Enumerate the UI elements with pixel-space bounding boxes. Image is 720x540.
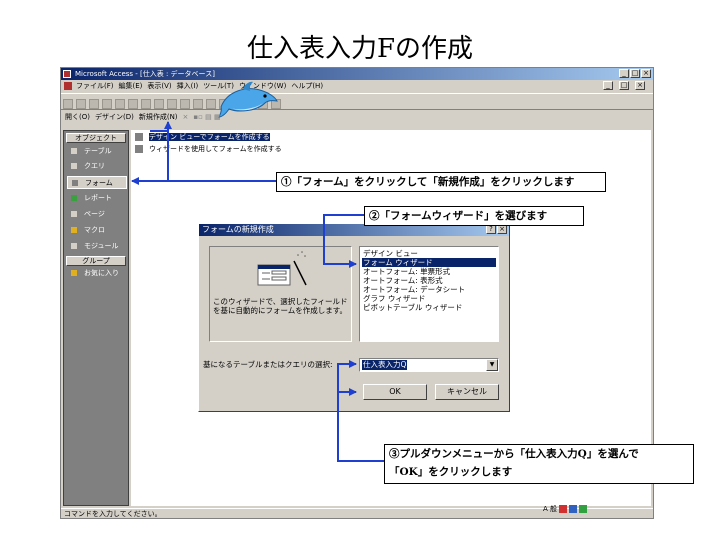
callout-step-3: ③プルダウンメニューから「仕入表入力Q」を選んで 「OK」をクリックします (384, 444, 694, 484)
arrow-to-ok (337, 388, 384, 462)
arrow-to-table-select (337, 360, 357, 392)
callout-step-2: ②「フォームウィザード」を選びます (364, 206, 584, 226)
arrow-to-new-button (150, 130, 169, 181)
callout-step-1: ①「フォーム」をクリックして「新規作成」をクリックします (276, 172, 606, 192)
arrow-to-form-wizard (323, 214, 364, 268)
